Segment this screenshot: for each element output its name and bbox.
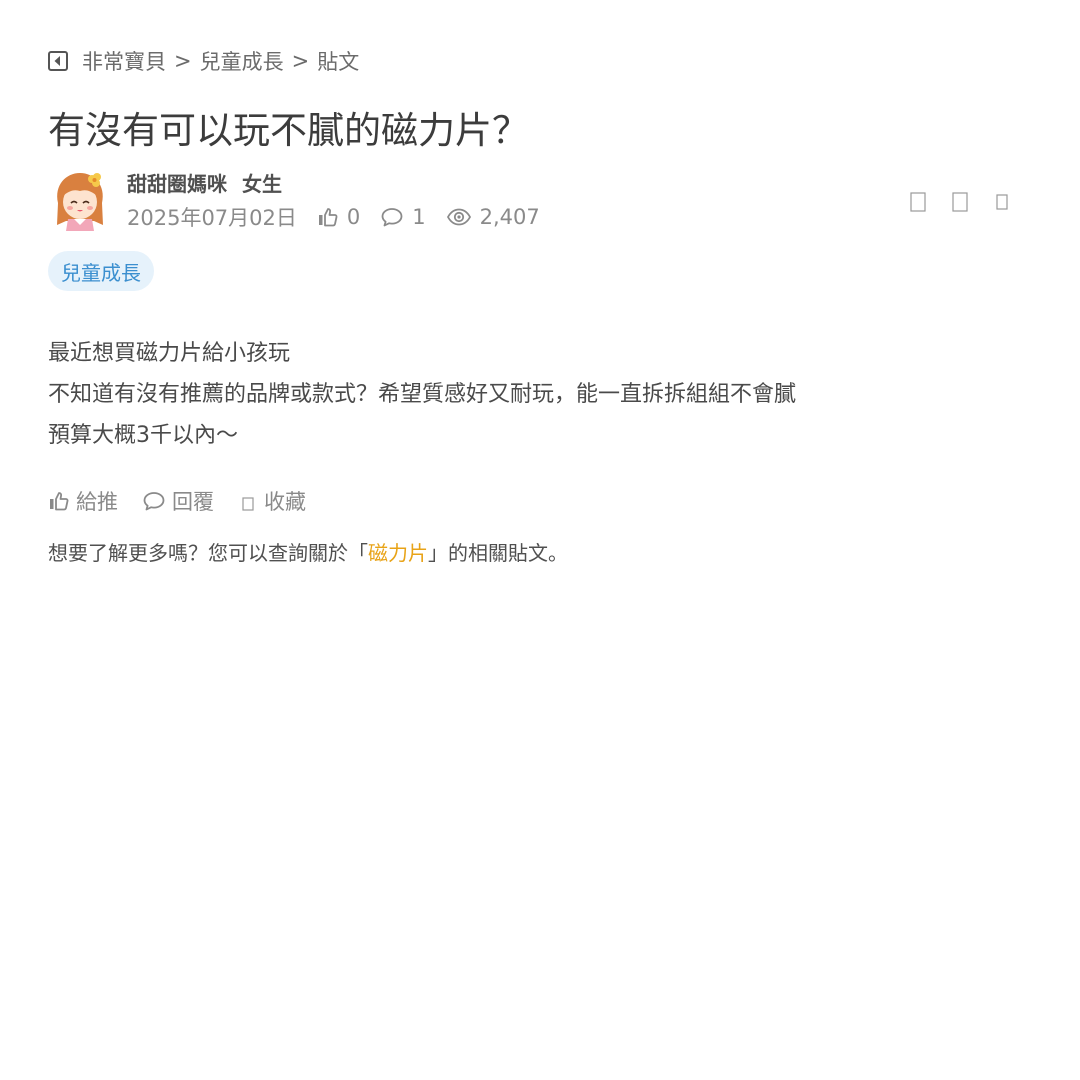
- post-content: 最近想買磁力片給小孩玩 不知道有沒有推薦的品牌或款式？希望質感好又耐玩，能一直拆…: [48, 333, 796, 456]
- bookmark-button-label: 收藏: [264, 490, 306, 514]
- bookmark-icon: [242, 497, 254, 511]
- breadcrumb-item-board[interactable]: 兒童成長: [200, 46, 284, 76]
- avatar[interactable]: [50, 169, 110, 231]
- share-icon[interactable]: [910, 192, 926, 212]
- breadcrumb-separator: >: [291, 49, 310, 73]
- author-name[interactable]: 甜甜圈媽咪: [127, 172, 227, 196]
- more-icon[interactable]: [994, 192, 1010, 212]
- reply-button-label: 回覆: [172, 490, 214, 514]
- like-count-value: 0: [346, 205, 361, 229]
- back-icon[interactable]: [48, 51, 68, 71]
- thumbs-up-icon: [50, 492, 69, 511]
- related-prefix: 想要了解更多嗎？您可以查詢關於「: [48, 541, 368, 565]
- content-line: 不知道有沒有推薦的品牌或款式？希望質感好又耐玩，能一直拆拆組組不會膩: [48, 382, 797, 407]
- breadcrumb-separator: >: [174, 49, 192, 73]
- thumbs-up-icon: [318, 208, 338, 227]
- post-date: 2025年07月02日: [127, 206, 297, 230]
- like-button-label: 給推: [76, 490, 118, 514]
- reply-count-value: 1: [412, 205, 426, 229]
- breadcrumb-item-forum[interactable]: 非常寶貝: [82, 46, 166, 76]
- bookmark-button[interactable]: 收藏: [238, 486, 306, 516]
- reply-count: 1: [380, 205, 426, 229]
- like-count: 0: [317, 205, 360, 229]
- bookmark-icon[interactable]: [952, 192, 968, 212]
- comment-icon: [381, 208, 403, 227]
- post-tools: [884, 192, 1010, 212]
- author-line: 甜甜圈媽咪 女生: [127, 168, 282, 197]
- comment-icon: [143, 492, 165, 511]
- post-title: 有沒有可以玩不膩的磁力片？: [48, 109, 529, 152]
- eye-icon: [446, 208, 471, 226]
- post-actions: 給推 回覆 收藏: [48, 486, 330, 516]
- view-count-value: 2,407: [479, 205, 540, 229]
- like-button[interactable]: 給推: [48, 486, 118, 516]
- breadcrumb-item-post: 貼文: [317, 50, 360, 74]
- related-search: 想要了解更多嗎？您可以查詢關於「磁力片」的相關貼文。: [48, 537, 568, 566]
- board-tag[interactable]: 兒童成長: [48, 251, 154, 291]
- view-count: 2,407: [446, 205, 540, 229]
- reply-button[interactable]: 回覆: [142, 486, 214, 516]
- content-line: 最近想買磁力片給小孩玩: [48, 341, 291, 366]
- post-meta: 2025年07月02日 0 1 2,407: [127, 203, 540, 231]
- author-gender: 女生: [241, 172, 282, 196]
- content-line: 預算大概3千以內～: [48, 423, 238, 448]
- related-suffix: 」的相關貼文。: [428, 541, 568, 565]
- related-keyword-link[interactable]: 磁力片: [368, 541, 428, 565]
- breadcrumb: 非常寶貝 > 兒童成長 > 貼文: [48, 46, 359, 76]
